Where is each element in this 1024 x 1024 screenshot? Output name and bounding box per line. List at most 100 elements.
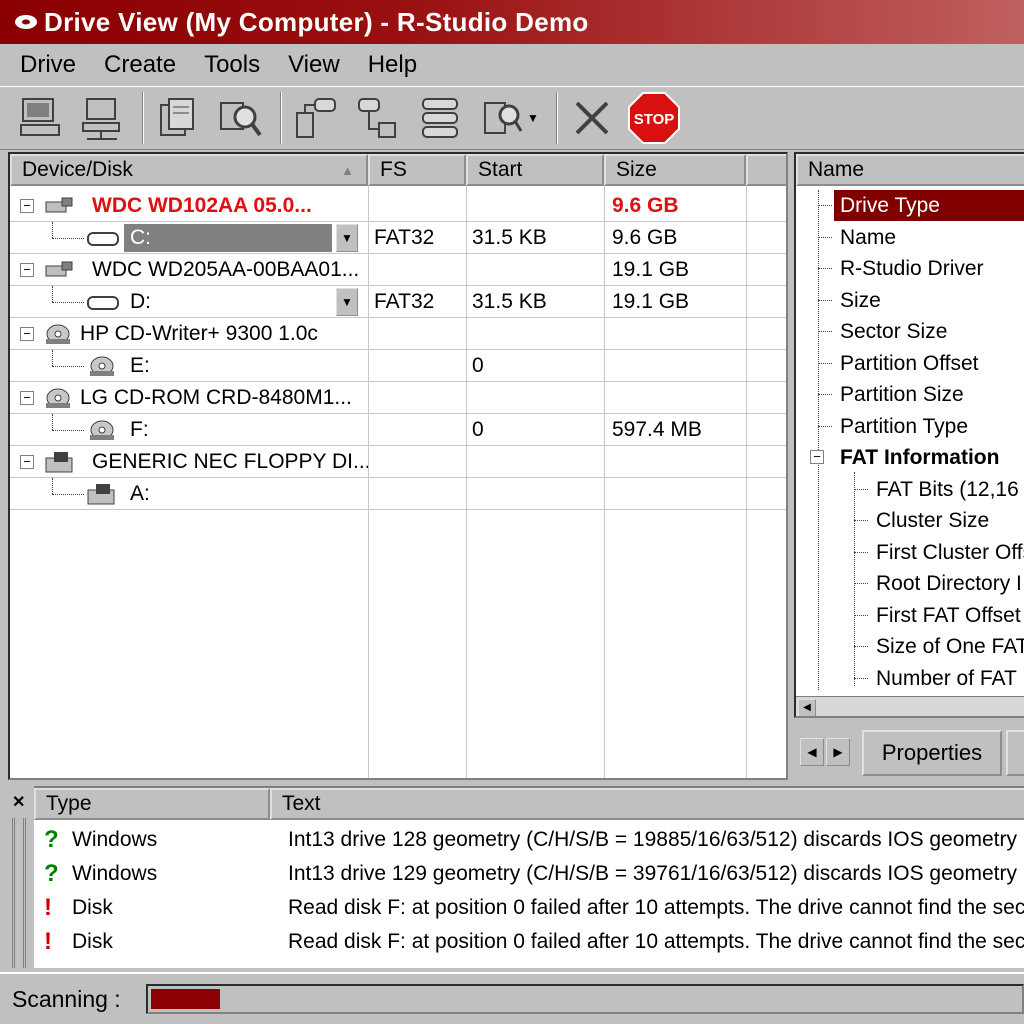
- app-icon: [15, 15, 37, 29]
- log-row[interactable]: ! Disk Read disk F: at position 0 failed…: [44, 926, 1024, 959]
- open-files-button[interactable]: [150, 90, 206, 146]
- close-log-icon[interactable]: ✕: [12, 792, 25, 812]
- property-name[interactable]: Name: [796, 222, 896, 253]
- menu-create[interactable]: Create: [104, 51, 176, 79]
- column-header-device[interactable]: Device/Disk ▲: [10, 154, 368, 186]
- log-row[interactable]: ? Windows Int13 drive 129 geometry (C/H/…: [44, 858, 1024, 891]
- collapse-icon[interactable]: −: [20, 263, 34, 277]
- property-partition-offset[interactable]: Partition Offset: [796, 348, 979, 379]
- property-cluster-size[interactable]: Cluster Size: [796, 505, 989, 536]
- stop-label: STOP: [634, 111, 675, 128]
- collapse-icon[interactable]: −: [20, 327, 34, 341]
- create-raid-icon: [422, 98, 458, 138]
- stop-icon: STOP: [628, 92, 680, 144]
- device-name: LG CD-ROM CRD-8480M1...: [80, 386, 352, 409]
- chevron-down-icon[interactable]: ▼: [336, 288, 358, 316]
- cdrom-icon: [46, 324, 70, 344]
- stop-button[interactable]: STOP: [626, 90, 682, 146]
- table-row[interactable]: C: ▼ FAT32 31.5 KB 9.6 GB: [10, 222, 786, 254]
- tree-connector: [52, 350, 53, 366]
- floppy-drive-icon: [45, 452, 73, 473]
- menu-tools[interactable]: Tools: [204, 51, 260, 79]
- column-header-size[interactable]: Size: [604, 154, 746, 186]
- tree-connector: [52, 366, 84, 367]
- floppy-drive-icon: [87, 484, 115, 505]
- tab-scroll-left-icon[interactable]: ◀: [800, 738, 824, 766]
- create-raid-button[interactable]: [412, 90, 468, 146]
- scan-progress-bar: [146, 984, 1024, 1014]
- sort-arrow-icon: ▲: [341, 162, 354, 178]
- menu-help[interactable]: Help: [368, 51, 417, 79]
- partition-name: D:: [130, 290, 151, 313]
- property-fat-bits[interactable]: FAT Bits (12,16: [796, 474, 1019, 505]
- property-size[interactable]: Size: [796, 285, 881, 316]
- tab-next[interactable]: [1006, 730, 1024, 776]
- tab-properties[interactable]: Properties: [862, 730, 1002, 776]
- tree-connector: [52, 430, 84, 431]
- property-partition-type[interactable]: Partition Type: [796, 411, 968, 442]
- collapse-icon[interactable]: −: [20, 199, 34, 213]
- property-rstudio-driver[interactable]: R-Studio Driver: [796, 253, 984, 284]
- question-icon: ?: [44, 860, 59, 887]
- window-title: Drive View (My Computer) - R-Studio Demo: [44, 6, 589, 37]
- log-row[interactable]: ? Windows Int13 drive 128 geometry (C/H/…: [44, 824, 1024, 857]
- column-header-name[interactable]: Name: [796, 154, 1024, 186]
- property-root-directory[interactable]: Root Directory I: [796, 568, 1022, 599]
- chevron-down-icon[interactable]: ▼: [527, 111, 539, 125]
- partition-fs: FAT32: [374, 290, 435, 313]
- property-size-of-one-fat[interactable]: Size of One FAT: [796, 631, 1024, 662]
- collapse-icon[interactable]: −: [810, 450, 824, 464]
- open-files-icon: [160, 98, 194, 136]
- scroll-left-icon[interactable]: ◀: [798, 699, 816, 716]
- exclamation-icon: !: [44, 894, 52, 921]
- property-number-of-fat[interactable]: Number of FAT: [796, 663, 1017, 694]
- column-header-start[interactable]: Start: [466, 154, 604, 186]
- table-row[interactable]: E: 0: [10, 350, 786, 382]
- collapse-icon[interactable]: −: [20, 391, 34, 405]
- close-icon: [575, 101, 609, 135]
- horizontal-scrollbar[interactable]: ◀: [796, 696, 1024, 716]
- status-label: Scanning :: [12, 985, 121, 1012]
- table-row[interactable]: − GENERIC NEC FLOPPY DI...: [10, 446, 786, 478]
- table-row[interactable]: − WDC WD205AA-00BAA01... 19.1 GB: [10, 254, 786, 286]
- delete-button[interactable]: [564, 90, 620, 146]
- property-first-cluster-offset[interactable]: First Cluster Offs: [796, 537, 1024, 568]
- menu-view[interactable]: View: [288, 51, 340, 79]
- log-grip[interactable]: [12, 818, 26, 968]
- partition-icon: [87, 296, 119, 310]
- table-row[interactable]: − WDC WD102AA 05.0... 9.6 GB: [10, 190, 786, 222]
- network-computer-button[interactable]: [74, 90, 130, 146]
- table-row[interactable]: A:: [10, 478, 786, 510]
- collapse-icon[interactable]: −: [20, 455, 34, 469]
- property-sector-size[interactable]: Sector Size: [796, 316, 947, 347]
- create-region-button[interactable]: [288, 90, 344, 146]
- table-row[interactable]: − HP CD-Writer+ 9300 1.0c: [10, 318, 786, 350]
- table-row[interactable]: D: ▼ FAT32 31.5 KB 19.1 GB: [10, 286, 786, 318]
- column-header-text[interactable]: Text: [270, 788, 1024, 820]
- partition-fs: FAT32: [374, 226, 435, 249]
- menu-bar: Drive Create Tools View Help: [0, 44, 1024, 86]
- column-header-fs[interactable]: FS: [368, 154, 466, 186]
- table-row[interactable]: F: 0 597.4 MB: [10, 414, 786, 446]
- log-row[interactable]: ! Disk Read disk F: at position 0 failed…: [44, 892, 1024, 925]
- partition-size: 597.4 MB: [612, 418, 702, 441]
- column-header-type[interactable]: Type: [34, 788, 270, 820]
- partition-start: 0: [472, 354, 484, 377]
- properties-panel: Name Drive Type Name R-Studio Driver Siz…: [794, 152, 1024, 718]
- device-size: 9.6 GB: [612, 194, 679, 217]
- menu-drive[interactable]: Drive: [20, 51, 76, 79]
- tab-scroll-right-icon[interactable]: ▶: [826, 738, 850, 766]
- property-group-fat-information[interactable]: − FAT Information: [796, 442, 999, 473]
- table-row[interactable]: − LG CD-ROM CRD-8480M1...: [10, 382, 786, 414]
- computer-button[interactable]: [12, 90, 68, 146]
- scan-button[interactable]: ▼: [474, 90, 544, 146]
- create-image-button[interactable]: [350, 90, 406, 146]
- find-button[interactable]: [212, 90, 268, 146]
- computer-icon: [20, 98, 60, 136]
- exclamation-icon: !: [44, 928, 52, 955]
- create-region-icon: [296, 98, 336, 138]
- property-partition-size[interactable]: Partition Size: [796, 379, 964, 410]
- property-first-fat-offset[interactable]: First FAT Offset: [796, 600, 1021, 631]
- tree-connector: [52, 222, 53, 238]
- chevron-down-icon[interactable]: ▼: [336, 224, 358, 252]
